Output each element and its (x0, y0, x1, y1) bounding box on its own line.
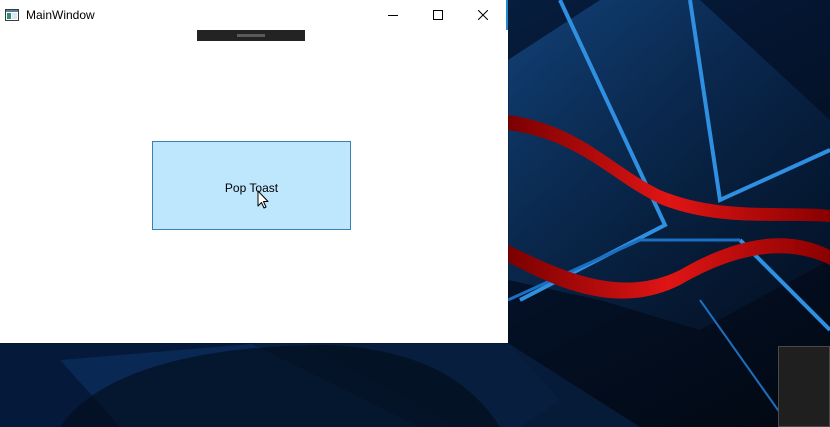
close-button[interactable] (460, 0, 506, 30)
maximize-icon (433, 10, 443, 20)
minimize-button[interactable] (370, 0, 416, 30)
toast-handle[interactable] (237, 34, 265, 37)
window-border (506, 0, 508, 30)
minimize-icon (388, 15, 398, 16)
close-icon (478, 10, 488, 20)
window-app-icon[interactable] (5, 9, 19, 21)
main-window: MainWindow Pop Toast (0, 0, 508, 343)
window-title: MainWindow (26, 8, 95, 22)
arrow-cursor-icon (257, 190, 269, 209)
pop-toast-button[interactable]: Pop Toast (152, 141, 351, 230)
title-bar[interactable]: MainWindow (0, 0, 508, 30)
pop-toast-button-label: Pop Toast (224, 180, 279, 195)
toast-notification-strip[interactable] (197, 30, 305, 41)
maximize-button[interactable] (415, 0, 461, 30)
corner-overlay-panel[interactable] (778, 346, 830, 427)
